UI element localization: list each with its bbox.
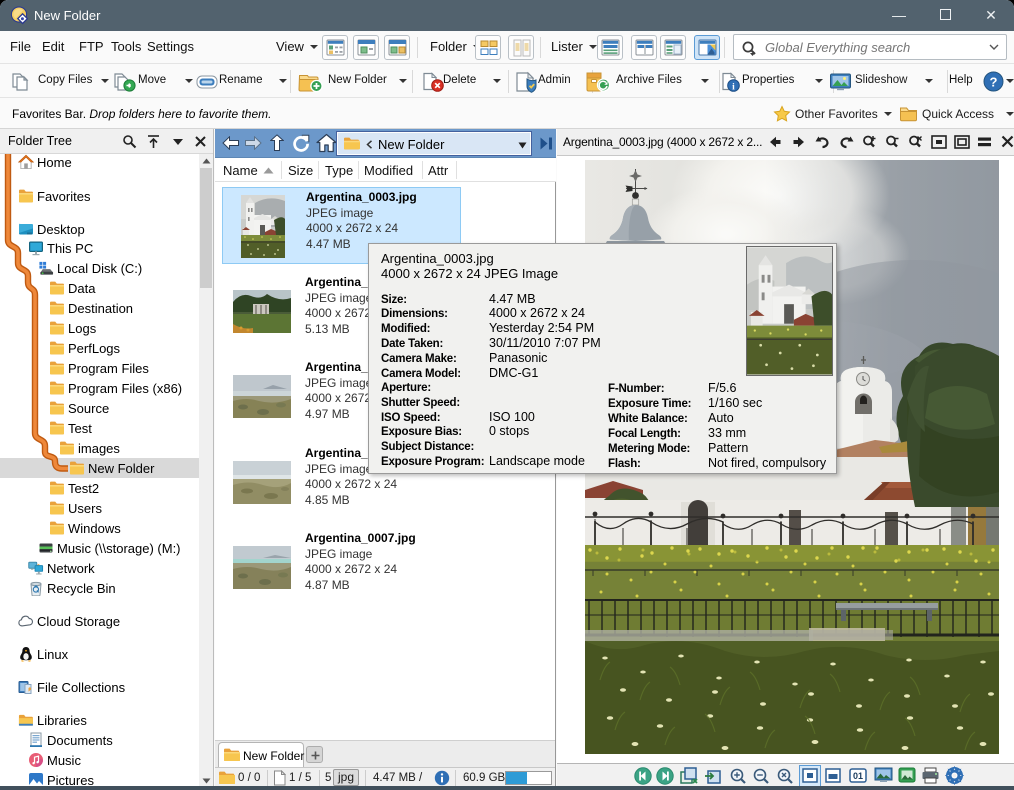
svg-text:i: i [732,83,735,92]
svg-text:?: ? [990,74,998,89]
svg-text:01: 01 [853,771,863,781]
